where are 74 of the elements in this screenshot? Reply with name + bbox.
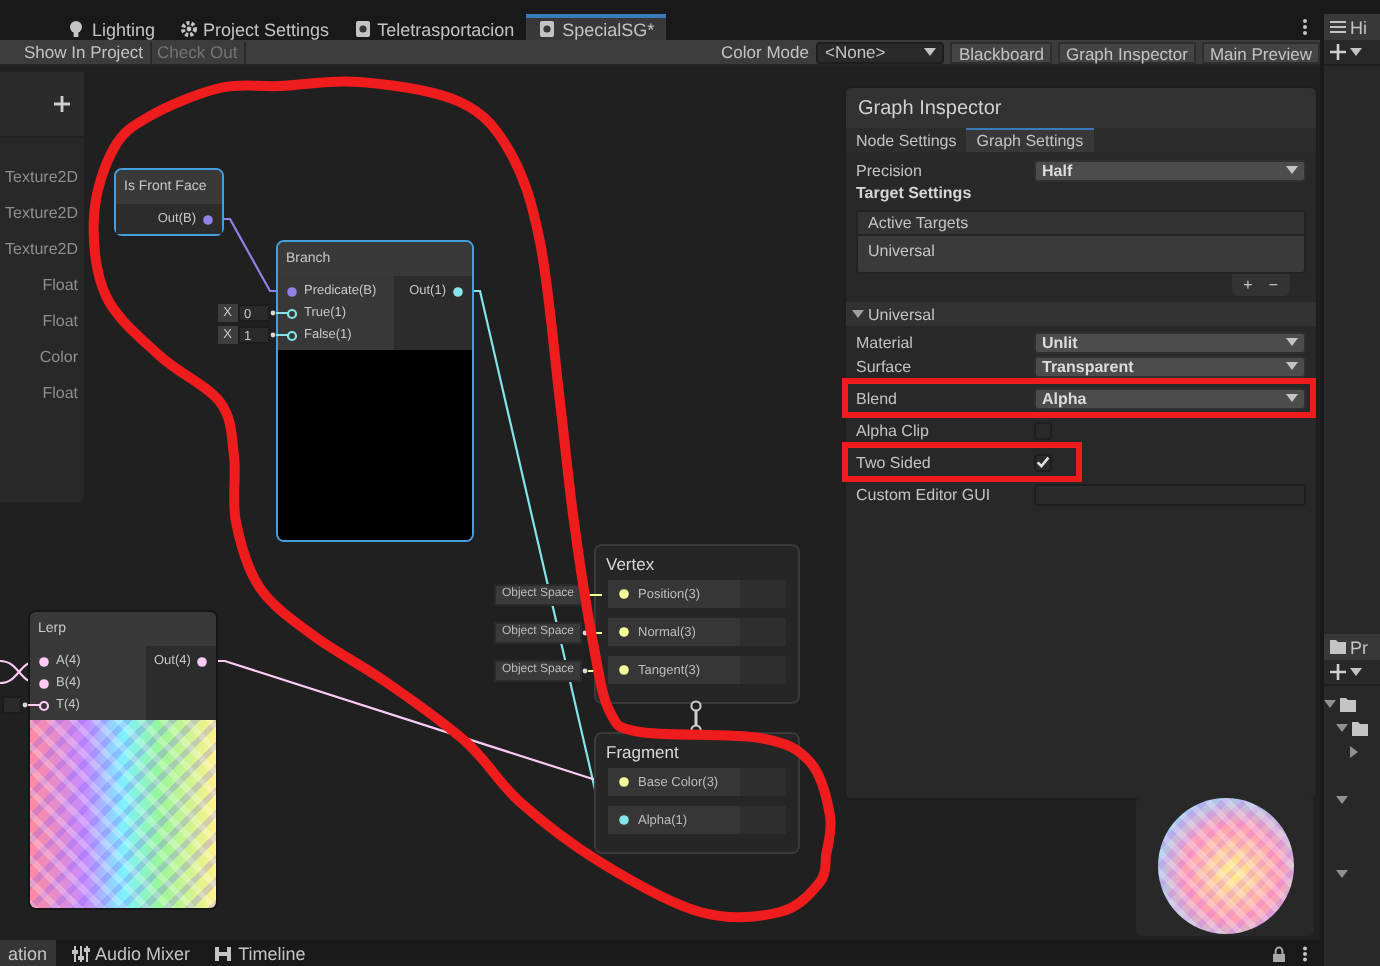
dropdown[interactable]: Unlit (1034, 331, 1306, 353)
bulb-icon (68, 20, 86, 38)
field-label: Surface (856, 357, 914, 375)
field-label: Custom Editor GUI (856, 485, 993, 503)
caret-icon (1286, 338, 1298, 346)
panel-title: Graph Inspector (858, 97, 1002, 119)
checkmark-icon (1036, 456, 1050, 468)
caret-icon (1350, 668, 1362, 676)
editor-tab[interactable]: SpecialSG* (526, 14, 667, 40)
connector-icon (582, 627, 602, 637)
caret-icon (1286, 394, 1298, 402)
inspector-tab[interactable]: Graph Settings (966, 128, 1094, 152)
caret-icon (1286, 362, 1298, 370)
caret-icon (1350, 48, 1362, 56)
block-title: Vertex (604, 552, 657, 578)
checkbox[interactable] (1034, 453, 1052, 471)
property-type: Float (40, 312, 80, 334)
triangle-icon (1336, 868, 1348, 880)
toolbar-button[interactable]: Blackboard (950, 41, 1053, 63)
plus-icon (1330, 44, 1346, 60)
property-type: Texture2D (3, 204, 80, 226)
triangle-icon (1336, 794, 1348, 806)
property-type: Float (40, 384, 80, 406)
property-type: Color (37, 348, 80, 370)
inspector-tab[interactable]: Node Settings (846, 128, 967, 152)
toolbar-button[interactable]: Main Preview (1201, 41, 1320, 63)
editor-tab[interactable]: Lighting (56, 14, 168, 40)
text-field[interactable] (1034, 483, 1306, 505)
connector-icon (270, 308, 288, 318)
block-title: Fragment (604, 740, 681, 766)
dropdown[interactable]: Alpha (1034, 387, 1306, 409)
editor-tab[interactable]: Teletrasportacion (341, 14, 527, 40)
lock-icon (1272, 945, 1286, 961)
dropdown[interactable]: Transparent (1034, 355, 1306, 377)
color-mode-label: Color Mode (721, 42, 809, 62)
panel-tab[interactable]: ation (0, 940, 56, 966)
property-type: Float (40, 276, 80, 298)
plus-icon (54, 96, 70, 112)
field-label: Two Sided (856, 453, 933, 471)
list-icon (1330, 20, 1346, 34)
input-field[interactable] (2, 696, 22, 714)
property-type: Texture2D (3, 168, 80, 190)
list-item[interactable]: Universal (858, 236, 1304, 266)
property-type: Texture2D (3, 240, 80, 262)
editor-tab[interactable]: Project Settings (167, 14, 342, 40)
list-header: Active Targets (858, 212, 1304, 236)
color-mode-dropdown[interactable]: <None> (816, 41, 945, 63)
timeline-icon (214, 945, 233, 961)
toolbar-button[interactable]: Show In Project (18, 41, 152, 63)
menu-icon (1302, 945, 1308, 961)
section-heading: Target Settings (856, 182, 974, 204)
connector-icon (270, 330, 288, 340)
toolbar-button[interactable]: Graph Inspector (1058, 41, 1196, 63)
foldout-header[interactable]: Universal (846, 302, 1316, 326)
list-button[interactable]: + (1239, 274, 1257, 296)
panel-tab[interactable]: Pr (1324, 634, 1380, 660)
settings-icon (179, 20, 198, 38)
sliders-icon (71, 945, 90, 961)
caret-icon (1286, 166, 1298, 174)
panel-tab[interactable]: Hi (1324, 14, 1380, 40)
dropdown[interactable]: Half (1034, 159, 1306, 181)
field-label: Alpha Clip (856, 421, 931, 439)
folder-icon (1330, 640, 1346, 654)
menu-icon (1302, 18, 1308, 36)
list-button[interactable]: − (1264, 274, 1282, 296)
panel-tab[interactable]: Audio Mixer (63, 940, 199, 966)
caret-icon (924, 48, 937, 56)
connector-icon (22, 700, 40, 710)
checkbox[interactable] (1034, 421, 1052, 439)
field-label: Blend (856, 389, 899, 407)
field-label: Precision (856, 161, 924, 179)
plus-icon (1330, 664, 1346, 680)
panel-tab[interactable]: Timeline (206, 940, 314, 966)
field-label: Material (856, 333, 915, 351)
